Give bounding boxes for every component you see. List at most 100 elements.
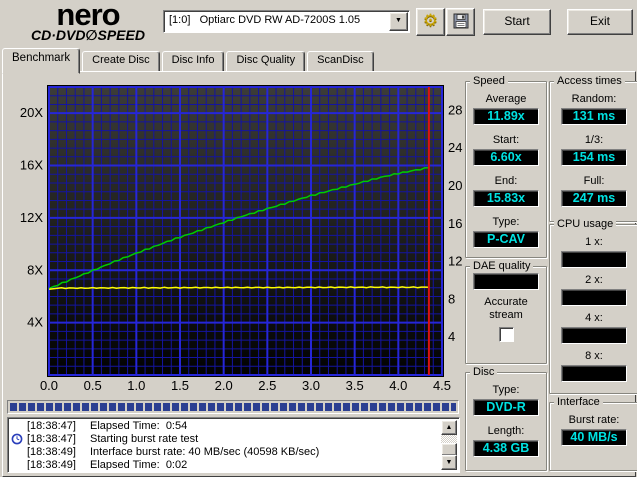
4-x-label: 4 x: — [585, 312, 603, 324]
log-row[interactable]: [18:38:47] Starting burst rate test — [10, 433, 441, 446]
type-field: Type: P-CAV — [473, 216, 539, 248]
y-left-tick-label: 4X — [27, 315, 43, 330]
log-row[interactable]: [18:38:47] Elapsed Time: 0:54 — [10, 420, 441, 433]
start-label: Start: — [492, 134, 520, 146]
4-x-field: 4 x: — [561, 312, 627, 344]
interface-group-title: Interface — [554, 396, 603, 408]
speed-group-title: Speed — [470, 75, 508, 87]
random-value: 131 ms — [561, 108, 627, 125]
log-time: [18:38:49] — [27, 446, 76, 458]
end-label: End: — [494, 175, 518, 187]
x-tick-label: 2.5 — [258, 378, 276, 393]
cpu-usage-group: CPU usage 1 x: 2 x: 4 x: 8 x: — [549, 218, 637, 394]
y-right-tick-label: 28 — [448, 102, 462, 117]
log-row[interactable]: [18:38:49] Interface burst rate: 40 MB/se… — [10, 446, 441, 459]
log-text: Elapsed Time: 0:02 — [90, 459, 188, 470]
save-button[interactable] — [446, 8, 475, 36]
1-x-label: 1 x: — [585, 236, 603, 248]
drive-select-value: [1:0] Optiarc DVD RW AD-7200S 1.05 — [169, 14, 361, 26]
burst-rate-value: 40 MB/s — [561, 429, 627, 446]
benchmark-chart: 4X 8X 12X 16X 20X 4 8 12 16 20 24 28 0.0 0.5 1.0 1.5 2.0… — [20, 85, 462, 393]
options-button[interactable]: ⚙ — [416, 8, 445, 36]
drive-select-combobox[interactable]: [1:0] Optiarc DVD RW AD-7200S 1.05 ▼ — [163, 10, 410, 33]
disc-group-title: Disc — [470, 366, 498, 378]
x-tick-label: 4.5 — [433, 378, 451, 393]
8-x-value — [561, 365, 627, 382]
average-value: 11.89x — [473, 108, 539, 125]
dae-quality-value — [473, 273, 539, 290]
drive-select-dropdown-button[interactable]: ▼ — [389, 12, 408, 31]
tab-create-disc[interactable]: Create Disc — [82, 51, 160, 72]
tab-scandisc[interactable]: ScanDisc — [307, 51, 374, 72]
log-scrollbar[interactable]: ▲ ▼ — [441, 420, 457, 470]
log-text: Starting burst rate test — [90, 433, 199, 445]
x-tick-label: 1.5 — [171, 378, 189, 393]
1-3-value: 154 ms — [561, 149, 627, 166]
log-row[interactable]: [18:38:49] Elapsed Time: 0:02 — [10, 459, 441, 470]
y-right-tick-label: 16 — [448, 216, 462, 231]
y-right-tick-label: 20 — [448, 178, 462, 193]
options-gear-icon: ⚙ — [422, 11, 439, 31]
average-label: Average — [485, 93, 527, 105]
1-3-field: 1/3: 154 ms — [561, 134, 627, 166]
x-tick-label: 3.5 — [346, 378, 364, 393]
y-left-tick-label: 12X — [20, 210, 43, 225]
y-right-tick-label: 4 — [448, 329, 455, 344]
start-value: 6.60x — [473, 149, 539, 166]
tab-disc-info[interactable]: Disc Info — [161, 51, 225, 72]
log-time: [18:38:49] — [27, 459, 76, 470]
progress-bar-fill — [10, 403, 456, 411]
speed-group: Speed Average 11.89x Start: 6.60x End: 15.83x… — [465, 75, 547, 258]
interface-group: Interface Burst rate: 40 MB/s — [549, 396, 637, 471]
log-entries: [18:38:47] Elapsed Time: 0:54 [18:38:47] St… — [10, 420, 441, 470]
access-times-group-title: Access times — [554, 75, 625, 87]
x-tick-label: 4.0 — [389, 378, 407, 393]
1-x-value — [561, 251, 627, 268]
x-tick-label: 0.5 — [84, 378, 102, 393]
burst-rate-label: Burst rate: — [568, 414, 620, 426]
x-tick-label: 0.0 — [40, 378, 58, 393]
2-x-label: 2 x: — [585, 274, 603, 286]
y-left-tick-label: 16X — [20, 158, 43, 173]
scrollbar-down-button[interactable]: ▼ — [441, 455, 457, 470]
accurate-stream-checkbox[interactable] — [498, 327, 514, 342]
4-x-value — [561, 327, 627, 344]
burst-rate-field: Burst rate: 40 MB/s — [561, 414, 627, 446]
start-button[interactable]: Start — [483, 9, 551, 35]
progress-bar — [7, 400, 459, 414]
logo-nero-text: nero — [56, 0, 120, 32]
floppy-save-icon — [453, 13, 469, 29]
y-right-tick-label: 24 — [448, 140, 462, 155]
benchmark-tab-page: 4X 8X 12X 16X 20X 4 8 12 16 20 24 28 0.0 0.5 1.0 1.5 2.0… — [2, 71, 637, 477]
type-value: DVD-R — [473, 399, 539, 416]
access-times-group: Access times Random: 131 ms 1/3: 154 ms Full… — [549, 75, 637, 222]
log-listbox[interactable]: [18:38:47] Elapsed Time: 0:54 [18:38:47] St… — [7, 417, 460, 473]
start-field: Start: 6.60x — [473, 134, 539, 166]
tab-bar: Benchmark Create Disc Disc Info Disc Qualit… — [2, 48, 376, 74]
full-value: 247 ms — [561, 190, 627, 207]
cpu-usage-group-title: CPU usage — [554, 218, 617, 230]
tab-benchmark[interactable]: Benchmark — [2, 48, 81, 74]
1-3-label: 1/3: — [584, 134, 604, 146]
length-value: 4.38 GB — [473, 440, 539, 457]
down-arrow-icon: ▼ — [445, 459, 453, 466]
1-x-field: 1 x: — [561, 236, 627, 268]
2-x-field: 2 x: — [561, 274, 627, 306]
disc-group: Disc Type: DVD-R Length: 4.38 GB — [465, 366, 547, 471]
end-field: End: 15.83x — [473, 175, 539, 207]
log-text: Elapsed Time: 0:54 — [90, 420, 188, 432]
chevron-down-icon: ▼ — [395, 17, 402, 24]
x-tick-label: 3.0 — [302, 378, 320, 393]
tab-disc-quality[interactable]: Disc Quality — [226, 51, 306, 72]
logo-cddvdspeed-text: CD·DVD∅SPEED — [31, 27, 145, 43]
scrollbar-up-button[interactable]: ▲ — [441, 420, 457, 435]
y-left-tick-label: 8X — [27, 262, 43, 277]
8-x-field: 8 x: — [561, 350, 627, 382]
log-text: Interface burst rate: 40 MB/sec (40598 K… — [90, 446, 320, 458]
log-time: [18:38:47] — [27, 420, 76, 432]
dae-quality-group-title: DAE quality — [470, 260, 534, 272]
y-left-tick-label: 20X — [20, 105, 43, 120]
exit-button[interactable]: Exit — [567, 9, 633, 35]
end-value: 15.83x — [473, 190, 539, 207]
up-arrow-icon: ▲ — [445, 424, 453, 431]
